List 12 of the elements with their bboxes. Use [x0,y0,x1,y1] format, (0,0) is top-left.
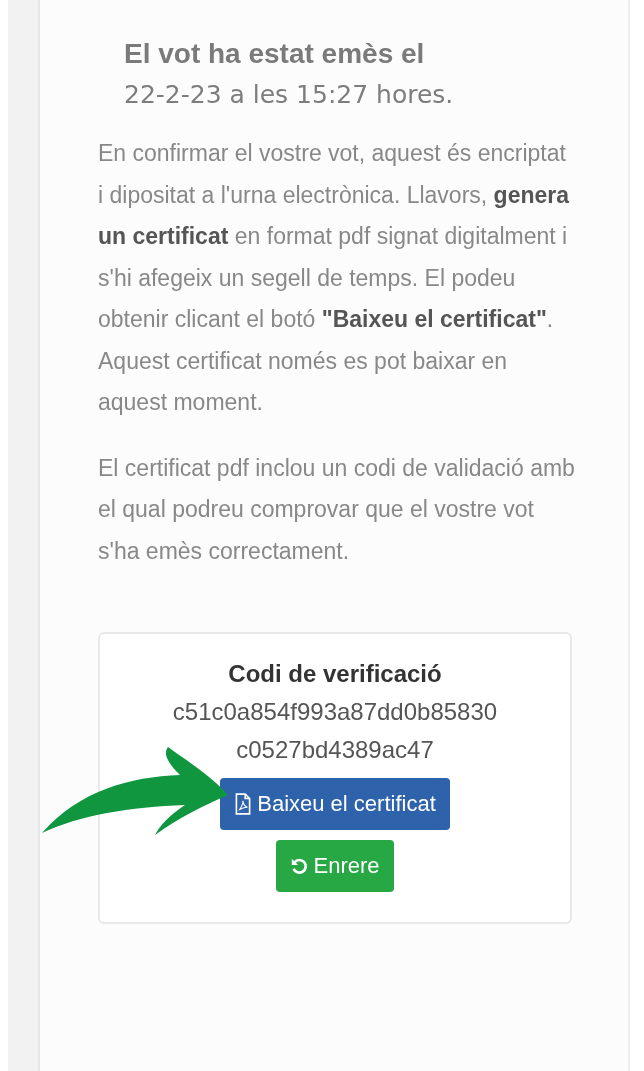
pdf-file-icon [234,793,253,815]
heading-title: El vot ha estat emès el [124,38,426,70]
verification-code: c0527bd4389ac47 [236,736,434,764]
info-paragraph: En confirmar el vostre vot, aquest és encriptat i dipositat a l'urna electrònica. Llavors, genera un certificat en format pdf signat digitalment i s'hi afegeix un segell de temps. El podeu obtenir clicant el botó "Baixeu el certificat". Aquest certificat només es pot baixar en aquest moment. [98,139,571,417]
back-button[interactable]: Enrere [276,840,394,892]
arrow-icon [40,745,231,835]
vote-datetime: 22-2-23 a les 15:27 hores. [124,80,455,109]
download-certificate-button[interactable]: Baixeu el certificat [220,778,450,830]
info-paragraph: El certificat pdf inclou un codi de validació amb el qual podreu comprovar que el vostre vot s'ha emès correctament. [98,453,576,566]
verification-code: c51c0a854f993a87dd0b85830 [172,698,498,726]
undo-icon [290,857,309,875]
verification-title: Codi de verificació [228,660,442,688]
